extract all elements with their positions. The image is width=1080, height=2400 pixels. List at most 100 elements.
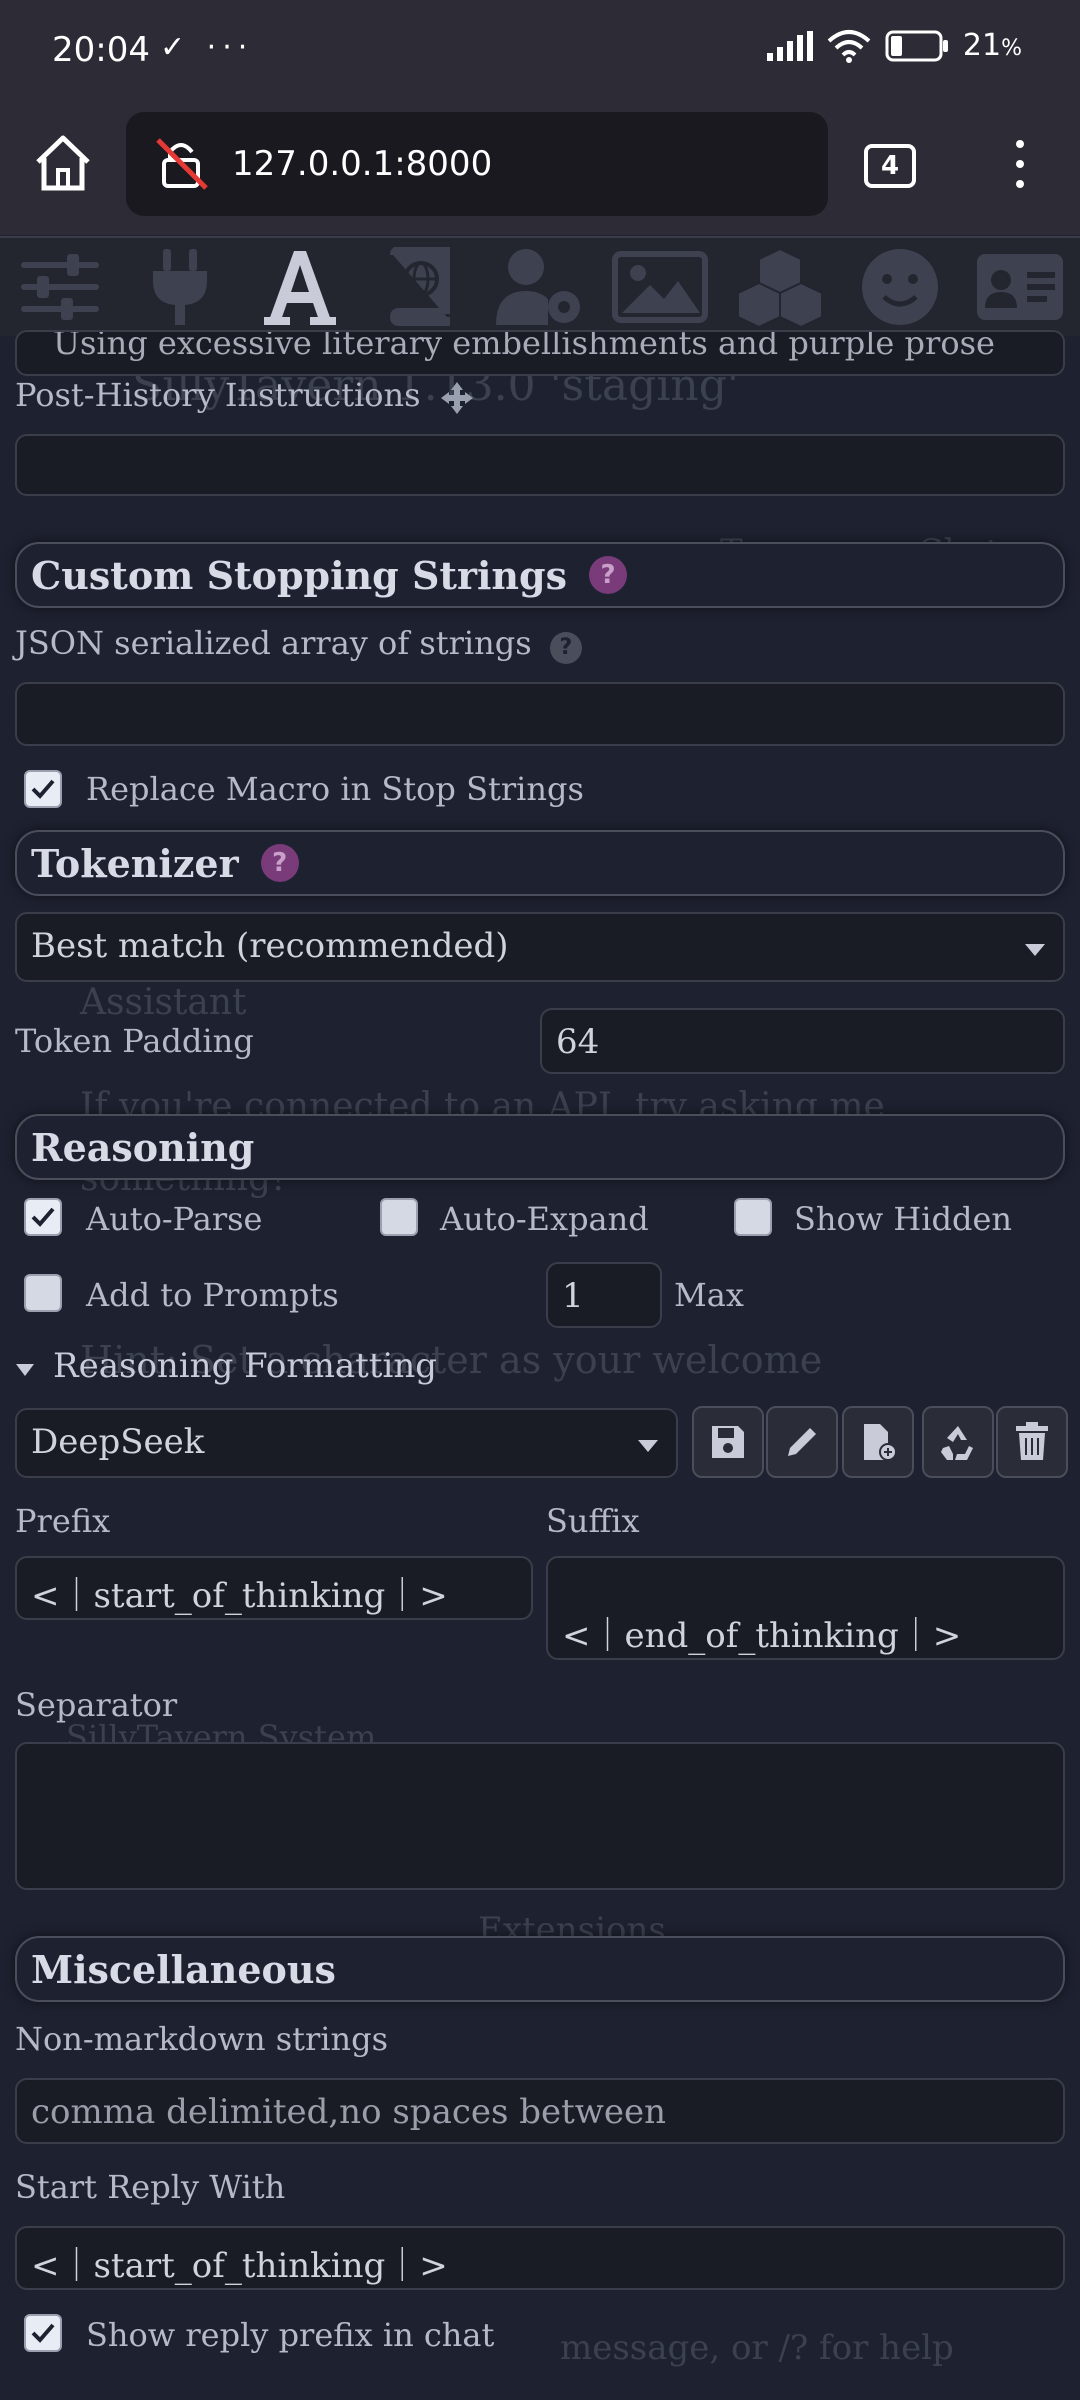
- suffix-value: <｜end_of_thinking｜>: [562, 1616, 962, 1656]
- browser-toolbar: 127.0.0.1:8000 4: [0, 100, 1080, 235]
- show-reply-prefix-label: Show reply prefix in chat: [86, 2316, 495, 2354]
- book-globe-icon: [389, 247, 450, 326]
- start-reply-textarea[interactable]: <｜start_of_thinking｜>: [15, 2226, 1065, 2290]
- prefix-label: Prefix: [15, 1502, 111, 1540]
- tokenizer-help-icon[interactable]: ?: [260, 844, 299, 882]
- max-reasoning-value: 1: [562, 1276, 584, 1316]
- app-top-toolbar: [0, 236, 1080, 336]
- reasoning-header: Reasoning: [15, 1114, 1065, 1180]
- extensions-tab[interactable]: [732, 244, 828, 330]
- insecure-lock-icon[interactable]: [152, 134, 212, 194]
- move-icon[interactable]: [439, 380, 475, 416]
- custom-stopping-title: Custom Stopping Strings: [31, 552, 567, 598]
- tokenizer-title: Tokenizer: [31, 840, 239, 886]
- delete-preset-button[interactable]: [996, 1406, 1068, 1478]
- json-strings-textarea[interactable]: [15, 682, 1065, 746]
- checkmark-icon: [31, 779, 55, 799]
- battery-unit: %: [1001, 36, 1022, 61]
- show-hidden-label: Show Hidden: [794, 1200, 1013, 1238]
- home-icon[interactable]: [30, 130, 96, 196]
- miscellaneous-header: Miscellaneous: [15, 1936, 1065, 2002]
- ghost-assistant-name: Assistant: [80, 982, 247, 1023]
- tokenizer-select[interactable]: Best match (recommended): [15, 912, 1065, 982]
- auto-parse-label: Auto-Parse: [86, 1200, 263, 1238]
- checkmark-icon: [31, 1207, 55, 1227]
- post-history-text: Post-History Instructions: [15, 376, 421, 414]
- save-preset-button[interactable]: [692, 1406, 764, 1478]
- recycle-icon: [941, 1426, 973, 1460]
- id-card-icon: [977, 254, 1063, 320]
- reasoning-title: Reasoning: [31, 1124, 255, 1170]
- suffix-textarea[interactable]: <｜end_of_thinking｜>: [546, 1556, 1065, 1660]
- reasoning-formatting-toggle[interactable]: Reasoning Formatting: [15, 1346, 437, 1386]
- reasoning-preset-select[interactable]: DeepSeek: [15, 1408, 678, 1478]
- cubes-icon: [737, 247, 823, 327]
- system-prompt-textarea-cut[interactable]: Using excessive literary embellishments …: [15, 330, 1065, 376]
- prefix-value: <｜start_of_thinking｜>: [31, 1576, 448, 1616]
- floppy-disk-icon: [712, 1426, 744, 1458]
- custom-stopping-help-icon[interactable]: ?: [589, 556, 627, 594]
- backgrounds-tab[interactable]: [612, 244, 708, 330]
- restore-preset-button[interactable]: [922, 1406, 994, 1478]
- api-connections-tab[interactable]: [132, 244, 228, 330]
- battery-icon: [885, 30, 948, 61]
- reasoning-preset-value: DeepSeek: [31, 1422, 205, 1462]
- character-management-tab[interactable]: [972, 244, 1068, 330]
- tokenizer-header: Tokenizer ?: [15, 830, 1065, 896]
- plug-icon: [153, 249, 207, 325]
- url-text[interactable]: 127.0.0.1:8000: [232, 144, 492, 184]
- max-label: Max: [674, 1276, 744, 1314]
- separator-label: Separator: [15, 1686, 178, 1724]
- status-notification-icons: ✓ ···: [160, 30, 254, 65]
- ghost-chat-placeholder: message, or /? for help: [560, 2328, 954, 2368]
- address-bar[interactable]: 127.0.0.1:8000: [126, 112, 828, 216]
- token-padding-value: 64: [556, 1022, 600, 1062]
- non-markdown-input[interactable]: comma delimited,no spaces between: [15, 2078, 1065, 2144]
- user-gear-icon: [496, 249, 580, 325]
- json-strings-help-icon[interactable]: ?: [549, 631, 582, 664]
- sliders-icon: [21, 254, 99, 320]
- battery-percent: 21: [962, 28, 1002, 63]
- custom-stopping-strings-header: Custom Stopping Strings ?: [15, 542, 1065, 608]
- world-info-tab[interactable]: [372, 244, 468, 330]
- auto-parse-checkbox[interactable]: [24, 1198, 62, 1236]
- separator-textarea[interactable]: [15, 1742, 1065, 1890]
- post-history-input[interactable]: [15, 434, 1065, 496]
- json-strings-label: JSON serialized array of strings ?: [15, 624, 582, 664]
- tokenizer-selected: Best match (recommended): [31, 926, 509, 966]
- show-reply-prefix-checkbox[interactable]: [24, 2314, 62, 2352]
- token-padding-input[interactable]: 64: [540, 1008, 1065, 1074]
- replace-macro-checkbox[interactable]: [24, 770, 62, 808]
- browser-menu-icon[interactable]: [1000, 134, 1040, 194]
- user-settings-tab[interactable]: [492, 244, 588, 330]
- suffix-label: Suffix: [546, 1502, 640, 1540]
- ai-settings-tab[interactable]: [12, 244, 108, 330]
- persona-tab[interactable]: [852, 244, 948, 330]
- formatting-panel: SillyTavern 1.13.0 'staging' (853a80a42)…: [0, 330, 1080, 2400]
- font-icon: [264, 251, 336, 325]
- rename-preset-button[interactable]: [766, 1406, 838, 1478]
- start-reply-label: Start Reply With: [15, 2168, 286, 2206]
- file-plus-icon: [864, 1424, 897, 1461]
- new-preset-button[interactable]: [842, 1406, 914, 1478]
- add-to-prompts-label: Add to Prompts: [86, 1276, 339, 1314]
- trash-icon: [1016, 1422, 1048, 1460]
- add-to-prompts-checkbox[interactable]: [24, 1274, 62, 1312]
- json-strings-text: JSON serialized array of strings: [15, 624, 532, 662]
- pencil-icon: [788, 1428, 816, 1456]
- show-hidden-checkbox[interactable]: [734, 1198, 772, 1236]
- auto-expand-checkbox[interactable]: [380, 1198, 418, 1236]
- image-icon: [612, 251, 708, 323]
- start-reply-value: <｜start_of_thinking｜>: [31, 2246, 448, 2286]
- signal-icon: [766, 30, 813, 61]
- formatting-tab[interactable]: [252, 244, 348, 330]
- replace-macro-label: Replace Macro in Stop Strings: [86, 770, 584, 808]
- prefix-textarea[interactable]: <｜start_of_thinking｜>: [15, 1556, 533, 1620]
- wifi-icon: [827, 29, 871, 63]
- smile-icon: [862, 249, 938, 325]
- tab-switcher-button[interactable]: 4: [864, 144, 916, 188]
- checkmark-icon: [31, 2323, 55, 2343]
- reasoning-formatting-label: Reasoning Formatting: [53, 1346, 437, 1386]
- max-reasoning-input[interactable]: 1: [546, 1262, 662, 1328]
- cut-text-line: Using excessive literary embellishments …: [53, 330, 995, 362]
